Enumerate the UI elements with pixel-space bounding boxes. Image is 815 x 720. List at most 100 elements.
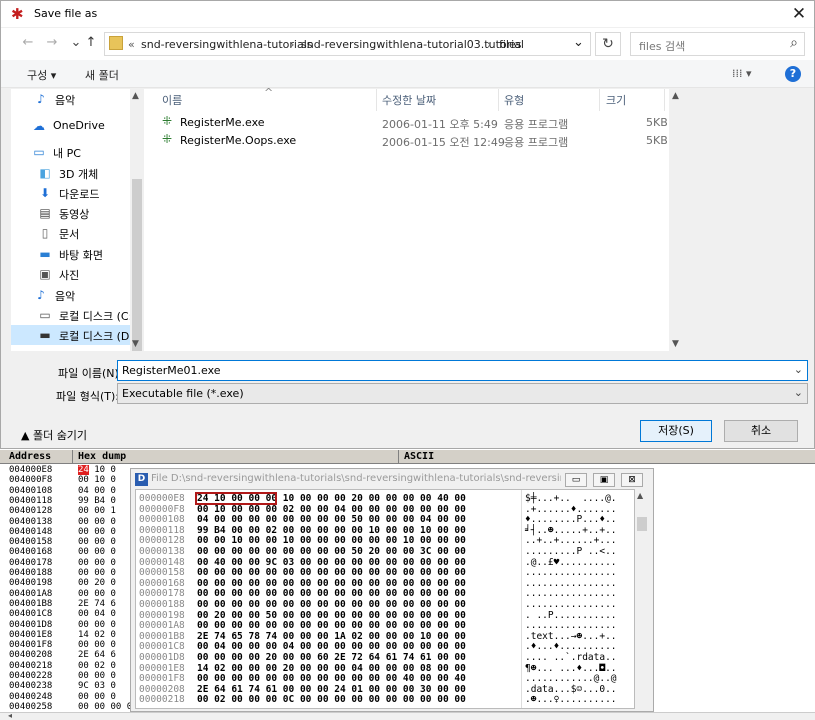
hex-row-bytes[interactable]: 00 00 0 (78, 589, 116, 599)
hex-row-bytes[interactable]: 00 00 0 (78, 620, 116, 630)
file-row[interactable]: ⁜ RegisterMe.Oops.exe 2006-01-15 오전 12:4… (144, 132, 668, 150)
column-divider[interactable] (498, 89, 499, 111)
sidebar-item[interactable]: ♪ 음악 (11, 89, 144, 109)
navigation-scrollbar[interactable]: ▲ ▼ (130, 89, 144, 384)
back-arrow-icon[interactable]: ← (19, 34, 37, 52)
file-row-bytes[interactable]: 00 00 00 00 00 00 00 00 00 00 00 00 00 0… (197, 620, 466, 631)
breadcrumb-overflow[interactable]: « (128, 38, 135, 51)
hex-row-bytes[interactable]: 00 04 0 (78, 609, 116, 619)
refresh-icon[interactable]: ↻ (595, 32, 621, 56)
selected-byte[interactable]: 24 (78, 465, 89, 475)
hex-row-bytes[interactable]: 00 00 0 (78, 537, 116, 547)
filetype-select[interactable]: Executable file (*.exe) ⌄ (117, 383, 808, 404)
file-row-bytes[interactable]: 00 02 00 00 00 0C 00 00 00 00 00 00 00 0… (197, 694, 466, 705)
file-row-bytes[interactable]: 00 00 00 00 00 00 00 00 00 00 00 00 00 0… (197, 588, 466, 599)
file-row-bytes[interactable]: 99 B4 00 00 02 00 00 00 00 00 10 00 00 1… (197, 525, 466, 536)
breadcrumb-item[interactable]: snd-reversingwithlena-tutorials (141, 38, 313, 51)
new-folder-button[interactable]: 새 폴더 (85, 67, 119, 83)
column-header-size[interactable]: 크기 (606, 92, 626, 108)
hex-row-bytes[interactable]: 14 02 0 (78, 630, 116, 640)
sidebar-item[interactable]: ♪ 음악 (11, 285, 144, 305)
scroll-up-icon[interactable]: ▲ (637, 491, 643, 500)
sidebar-item[interactable]: ☁ OneDrive (11, 116, 144, 136)
hex-row-bytes[interactable]: 00 20 0 (78, 578, 116, 588)
filename-field[interactable]: RegisterMe01.exe ⌄ (117, 360, 808, 381)
up-arrow-icon[interactable]: ↑ (82, 34, 100, 52)
hex-row-bytes[interactable]: 04 00 0 (78, 486, 116, 496)
forward-arrow-icon[interactable]: → (43, 34, 61, 52)
sidebar-item[interactable]: ▬ 로컬 디스크 (D:) (11, 325, 144, 345)
organize-button[interactable]: 구성 ▾ (27, 67, 56, 83)
hex-row-bytes[interactable]: 2E 74 6 (78, 599, 116, 609)
file-row-bytes[interactable]: 2E 74 65 78 74 00 00 00 1A 02 00 00 00 1… (197, 631, 466, 642)
hex-row-bytes[interactable]: 00 10 0 (78, 475, 116, 485)
file-row-bytes[interactable]: 00 00 00 00 00 00 00 00 00 50 20 00 00 3… (197, 546, 466, 557)
sidebar-item[interactable]: ▯ 문서 (11, 223, 144, 243)
sidebar-item[interactable]: ▭ 로컬 디스크 (C:) (11, 305, 144, 325)
hex-row-bytes[interactable]: 00 00 0 (78, 568, 116, 578)
minimize-icon[interactable]: ▭ (565, 473, 587, 487)
hex-row-bytes[interactable]: 00 00 0 (78, 671, 116, 681)
file-row-bytes[interactable]: 00 10 00 00 00 02 00 00 04 00 00 00 00 0… (197, 504, 466, 515)
sidebar-item[interactable]: ▣ 사진 (11, 264, 144, 284)
file-row-bytes[interactable]: 00 40 00 00 9C 03 00 00 00 00 00 00 00 0… (197, 557, 466, 568)
file-row-bytes[interactable]: 00 20 00 00 50 00 00 00 00 00 00 00 00 0… (197, 610, 466, 621)
hex-row-bytes[interactable]: 00 02 0 (78, 661, 116, 671)
help-icon[interactable]: ? (785, 66, 801, 82)
hex-row-bytes[interactable]: 9C 03 0 (78, 681, 116, 691)
file-row-bytes[interactable]: 00 04 00 00 00 04 00 00 00 00 00 00 00 0… (197, 641, 466, 652)
sidebar-item[interactable]: ▬ 바탕 화면 (11, 244, 144, 264)
horizontal-scrollbar[interactable]: ◂ (0, 711, 815, 720)
sidebar-item[interactable]: ◧ 3D 개체 (11, 163, 144, 183)
hex-row-bytes[interactable]: 99 B4 0 (78, 496, 116, 506)
scroll-up-icon[interactable]: ▲ (132, 91, 139, 101)
close-icon[interactable]: ⊠ (621, 473, 643, 487)
close-icon[interactable]: ✕ (787, 3, 811, 25)
column-divider[interactable] (599, 89, 600, 111)
file-row-bytes[interactable]: 00 00 00 00 00 00 00 00 00 00 00 00 00 0… (197, 567, 466, 578)
hex-row-bytes[interactable]: 00 00 1 (78, 506, 116, 516)
column-divider[interactable] (376, 89, 377, 111)
file-row-bytes[interactable]: 00 00 00 00 00 00 00 00 00 00 00 00 00 0… (197, 578, 466, 589)
column-header-type[interactable]: 유형 (504, 92, 524, 108)
file-row-bytes[interactable]: 00 00 10 00 00 10 00 00 00 00 00 00 10 0… (197, 535, 466, 546)
scroll-down-icon[interactable]: ▼ (672, 339, 679, 349)
sidebar-item[interactable]: ▤ 동영상 (11, 203, 144, 223)
hex-row-bytes[interactable]: 24 10 0 (78, 465, 116, 475)
hex-row-bytes[interactable]: 00 00 0 (78, 527, 116, 537)
cancel-button[interactable]: 취소 (724, 420, 798, 442)
sidebar-item[interactable]: ▭ 내 PC (11, 142, 144, 162)
file-row-bytes[interactable]: 00 00 00 00 00 00 00 00 00 00 00 00 40 0… (197, 673, 466, 684)
hex-row-bytes[interactable]: 00 00 0 (78, 547, 116, 557)
chevron-down-icon[interactable]: ⌄ (794, 363, 803, 376)
column-header-name[interactable]: 이름 (162, 92, 182, 108)
file-hex-body[interactable]: 000000E8 24 10 00 00 00 10 00 00 00 20 00… (135, 489, 635, 709)
file-list-scrollbar[interactable]: ▲ ▼ (670, 89, 684, 351)
sidebar-item[interactable]: ⬇ 다운로드 (11, 183, 144, 203)
hide-folders-toggle[interactable]: ▲ 폴더 숨기기 (21, 427, 87, 443)
scroll-left-icon[interactable]: ◂ (8, 711, 12, 720)
file-row-bytes[interactable]: 2E 64 61 74 61 00 00 00 24 01 00 00 00 3… (197, 684, 466, 695)
column-header-modified[interactable]: 수정한 날짜 (382, 92, 436, 108)
save-button[interactable]: 저장(S) (640, 420, 712, 442)
breadcrumb-item[interactable]: files (499, 38, 521, 51)
scroll-down-icon[interactable]: ▼ (132, 339, 139, 349)
hex-row-bytes[interactable]: 00 00 0 (78, 640, 116, 650)
column-divider[interactable] (664, 89, 665, 111)
search-input[interactable]: files 검색 ⌕ (630, 32, 805, 56)
search-icon[interactable]: ⌕ (790, 35, 798, 51)
hex-row-bytes[interactable]: 2E 64 6 (78, 650, 116, 660)
scroll-thumb[interactable] (637, 517, 647, 531)
file-row-bytes[interactable]: 14 02 00 00 00 20 00 00 00 04 00 00 00 0… (197, 663, 466, 674)
maximize-icon[interactable]: ▣ (593, 473, 615, 487)
file-row-bytes[interactable]: 04 00 00 00 00 00 00 00 00 50 00 00 00 0… (197, 514, 466, 525)
view-options-icon[interactable]: ⁞⁞⁞ ▾ (732, 67, 752, 80)
file-row-bytes[interactable]: 00 00 00 00 20 00 00 60 2E 72 64 61 74 6… (197, 652, 466, 663)
file-hex-scrollbar[interactable]: ▲ (635, 489, 649, 709)
hex-row-bytes[interactable]: 00 00 0 (78, 558, 116, 568)
hex-row-bytes[interactable]: 00 00 0 (78, 692, 116, 702)
file-row-bytes[interactable]: 00 00 00 00 00 00 00 00 00 00 00 00 00 0… (197, 599, 466, 610)
address-bar[interactable]: « snd-reversingwithlena-tutorials › snd-… (104, 32, 591, 56)
chevron-down-icon[interactable]: ⌄ (794, 386, 803, 399)
hex-row-bytes[interactable]: 00 00 0 (78, 517, 116, 527)
